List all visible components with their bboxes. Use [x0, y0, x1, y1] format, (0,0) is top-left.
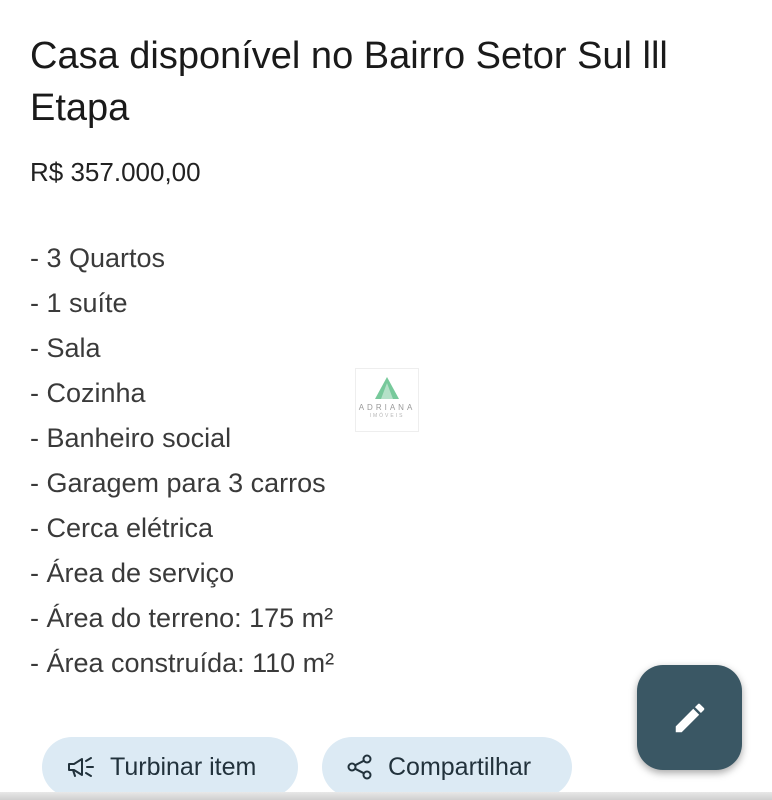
feature-list: - 3 Quartos - 1 suíte - Sala - Cozinha -… — [30, 236, 730, 686]
watermark-name: ADRIANA — [358, 403, 416, 412]
bottom-edge — [0, 792, 772, 800]
feature-item: - 3 Quartos — [30, 243, 166, 273]
feature-item: - Garagem para 3 carros — [30, 468, 326, 498]
house-logo-icon — [375, 377, 399, 399]
feature-item: - Sala — [30, 333, 101, 363]
share-button[interactable]: Compartilhar — [322, 737, 572, 797]
listing-title: Casa disponível no Bairro Setor Sul lll … — [30, 35, 668, 129]
megaphone-icon — [66, 754, 96, 780]
share-icon — [346, 753, 374, 781]
boost-item-label: Turbinar item — [110, 752, 257, 781]
listing-details: Casa disponível no Bairro Setor Sul lll … — [30, 30, 730, 686]
feature-item: - 1 suíte — [30, 288, 128, 318]
pencil-icon — [675, 703, 704, 732]
watermark-subtitle: IMÓVEIS — [369, 413, 405, 419]
watermark-logo: ADRIANA IMÓVEIS — [355, 368, 419, 432]
listing-price: R$ 357.000,00 — [30, 157, 201, 187]
feature-item: - Área do terreno: 175 m² — [30, 603, 334, 633]
share-label: Compartilhar — [388, 752, 532, 781]
feature-item: - Área construída: 110 m² — [30, 648, 335, 678]
boost-item-button[interactable]: Turbinar item — [42, 737, 298, 797]
feature-item: - Cerca elétrica — [30, 513, 214, 543]
edit-button[interactable] — [637, 665, 742, 770]
feature-item: - Área de serviço — [30, 558, 235, 588]
